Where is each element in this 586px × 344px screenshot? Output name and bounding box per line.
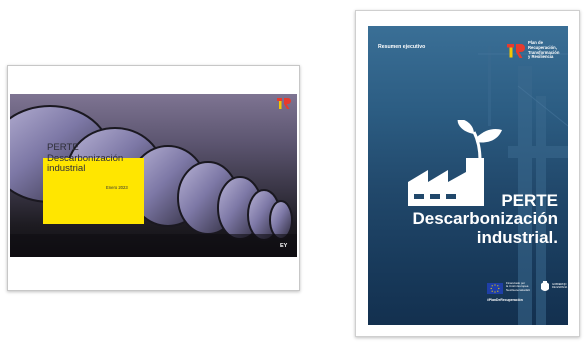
slide-date: Enero 2023 [106, 185, 128, 190]
government-emblem-icon [541, 281, 549, 291]
cover-title-line3: industrial. [476, 228, 558, 247]
gov-line: DE ESPAÑA [552, 286, 568, 290]
hashtag: #PlanDeRecuperación [487, 298, 523, 302]
government-text: GOBIERNO DE ESPAÑA [552, 283, 567, 289]
ey-logo: EY [280, 243, 288, 249]
plan-recuperacion-logo-icon [507, 44, 525, 58]
slide-title-line3: industrial [47, 163, 86, 175]
plan-line: y Resiliencia [528, 54, 554, 60]
cover-label: Resumen ejecutivo [378, 44, 426, 50]
cover-title-line1: PERTE [501, 191, 558, 210]
report-cover-thumbnail[interactable]: Resumen ejecutivo Plan de Recuperación, … [355, 10, 580, 337]
cover-title-line2: Descarbonización [412, 209, 559, 228]
report-slide-thumbnail[interactable]: PERTE Descarbonización industrial Enero … [7, 65, 300, 291]
cover-title: PERTE Descarbonización industrial. [413, 192, 559, 247]
eu-funding-text: Financiado por la Unión Europea NextGene… [506, 281, 531, 292]
pipes-photo [10, 94, 297, 257]
slide-title: PERTE Descarbonización industrial [47, 142, 123, 175]
plan-recuperacion-text: Plan de Recuperación, Transformación y R… [528, 40, 559, 60]
plan-recuperacion-logo-icon [277, 98, 291, 109]
slide-title-line1: PERTE [47, 142, 79, 153]
eu-line: NextGenerationEU [506, 287, 531, 292]
eu-flag-icon [487, 283, 503, 294]
cover-page: Resumen ejecutivo Plan de Recuperación, … [368, 26, 568, 325]
